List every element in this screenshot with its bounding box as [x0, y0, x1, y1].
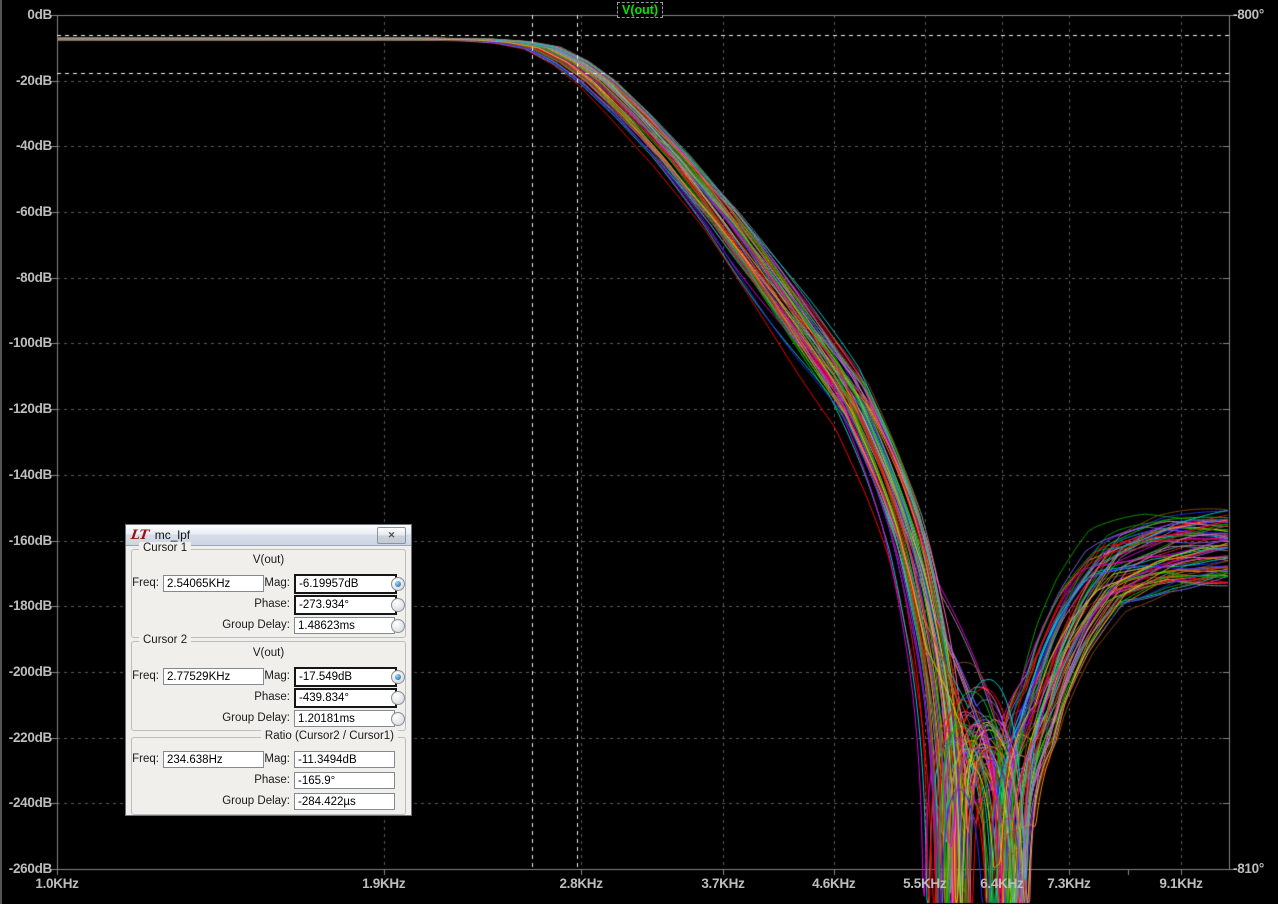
- x-axis-label: 1.9KHz: [350, 876, 418, 891]
- ratio-phase-label: Phase:: [192, 774, 290, 786]
- cursor1-mag-radio[interactable]: [391, 577, 405, 591]
- ratio-phase-input[interactable]: [294, 772, 395, 789]
- ltspice-waveform-window: 0dB -20dB -40dB -60dB -80dB -100dB -120dB -140d…: [0, 0, 1278, 904]
- y-axis-label: -120dB: [0, 401, 52, 416]
- y-axis-label: -220dB: [0, 730, 52, 745]
- cursor2-phase-input[interactable]: [294, 688, 397, 708]
- y-axis-label: -140dB: [0, 467, 52, 482]
- cursor1-gd-input[interactable]: [294, 617, 395, 634]
- y-axis-label: -100dB: [0, 335, 52, 350]
- cursor1-group: Cursor 1 V(out) Freq: Mag: Phase: Group …: [131, 549, 406, 638]
- trace-legend-label[interactable]: V(out): [617, 2, 663, 18]
- y-axis-label: 0dB: [0, 7, 52, 22]
- ratio-gd-label: Group Delay:: [192, 795, 290, 807]
- y-axis-label: -180dB: [0, 598, 52, 613]
- ratio-gd-input[interactable]: [294, 793, 395, 810]
- ratio-group: Ratio (Cursor2 / Cursor1) Freq: Mag: Pha…: [131, 737, 406, 815]
- ratio-freq-label: Freq:: [132, 753, 159, 765]
- cursor2-legend: Cursor 2: [139, 634, 191, 646]
- close-button[interactable]: ✕: [377, 527, 406, 544]
- dialog-title: mc_lpf: [155, 528, 190, 542]
- x-axis-label: 3.7KHz: [689, 876, 757, 891]
- ratio-mag-label: Mag:: [192, 753, 290, 765]
- cursor1-phase-label: Phase:: [192, 598, 290, 610]
- cursor1-freq-label: Freq:: [132, 577, 159, 589]
- x-axis-label: 7.3KHz: [1035, 876, 1103, 891]
- y-axis-label: -260dB: [0, 861, 52, 876]
- window-left-edge: [0, 0, 2, 904]
- cursor1-mag-label: Mag:: [192, 577, 290, 589]
- cursor2-group: Cursor 2 V(out) Freq: Mag: Phase: Group …: [131, 641, 406, 731]
- y-axis-label: -20dB: [0, 73, 52, 88]
- cursor1-gd-label: Group Delay:: [192, 619, 290, 631]
- x-axis-label: 5.5KHz: [891, 876, 959, 891]
- cursor2-gd-label: Group Delay:: [192, 712, 290, 724]
- cursor1-phase-radio[interactable]: [391, 598, 405, 612]
- y-axis-label: -40dB: [0, 138, 52, 153]
- right-axis-bottom-label: -810°: [1233, 861, 1264, 876]
- cursor1-mag-input[interactable]: [294, 574, 397, 594]
- x-axis-label: 6.4KHz: [968, 876, 1036, 891]
- cursor1-trace-name: V(out): [132, 554, 405, 566]
- x-axis-label: 1.0KHz: [23, 876, 91, 891]
- cursor2-mag-radio[interactable]: [391, 670, 405, 684]
- y-axis-label: -160dB: [0, 533, 52, 548]
- y-axis-label: -80dB: [0, 270, 52, 285]
- cursor-dialog[interactable]: LT mc_lpf ✕ Cursor 1 V(out) Freq: Mag: P…: [125, 524, 412, 816]
- cursor1-gd-radio[interactable]: [391, 619, 405, 633]
- x-axis-label: 4.6KHz: [800, 876, 868, 891]
- lt-logo-icon: LT: [130, 529, 150, 542]
- y-axis-label: -200dB: [0, 664, 52, 679]
- x-axis-label: 2.8KHz: [547, 876, 615, 891]
- ratio-legend: Ratio (Cursor2 / Cursor1): [261, 730, 398, 742]
- cursor2-phase-label: Phase:: [192, 691, 290, 703]
- cursor2-trace-name: V(out): [132, 647, 405, 659]
- cursor2-gd-radio[interactable]: [391, 712, 405, 726]
- cursor2-mag-label: Mag:: [192, 670, 290, 682]
- right-axis-top-label: -800°: [1233, 7, 1264, 22]
- y-axis-label: -60dB: [0, 204, 52, 219]
- x-axis-label: 9.1KHz: [1147, 876, 1215, 891]
- ratio-mag-input[interactable]: [294, 751, 395, 768]
- cursor2-mag-input[interactable]: [294, 667, 397, 687]
- cursor2-gd-input[interactable]: [294, 710, 395, 727]
- cursor1-phase-input[interactable]: [294, 595, 397, 615]
- cursor2-freq-label: Freq:: [132, 670, 159, 682]
- cursor2-phase-radio[interactable]: [391, 691, 405, 705]
- cursor1-legend: Cursor 1: [139, 542, 191, 554]
- y-axis-label: -240dB: [0, 795, 52, 810]
